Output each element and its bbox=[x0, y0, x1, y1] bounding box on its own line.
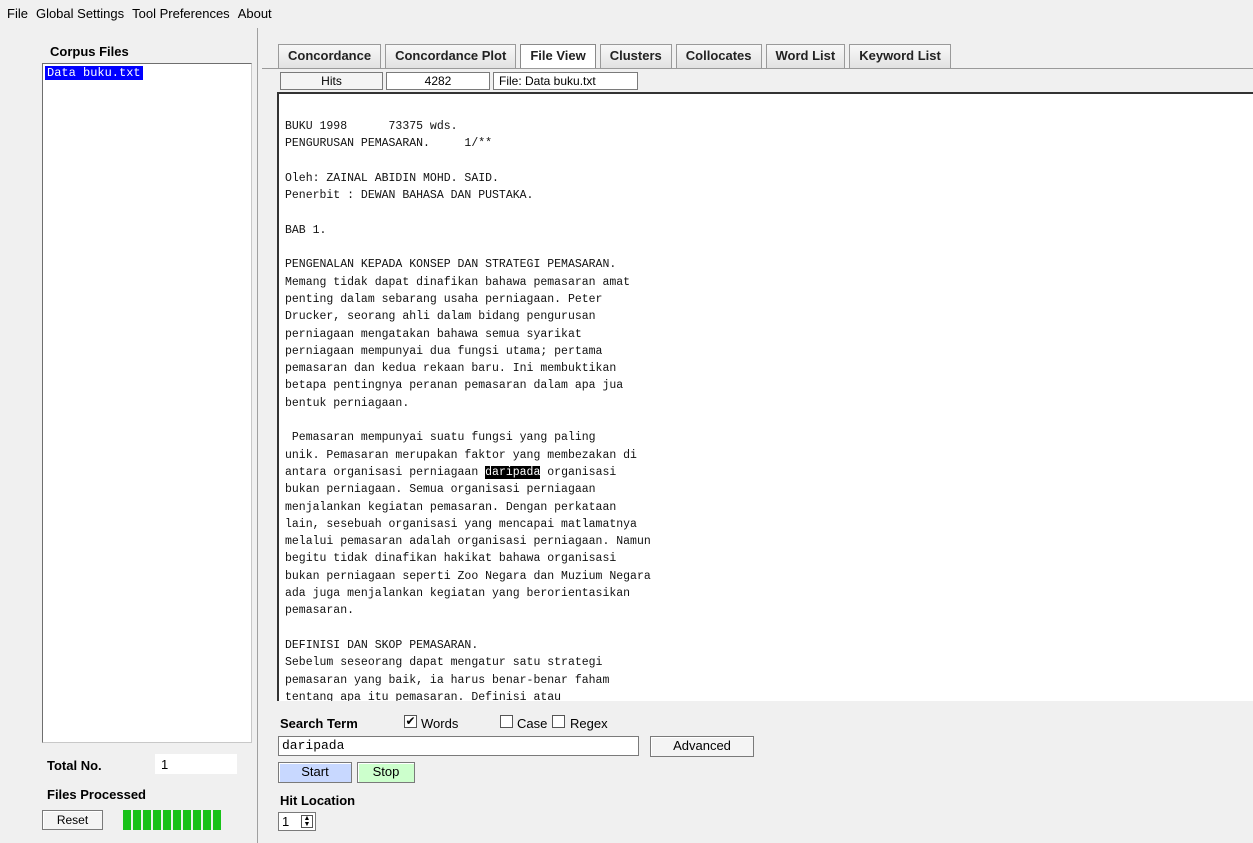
tab-collocates[interactable]: Collocates bbox=[675, 44, 762, 68]
tab-clusters[interactable]: Clusters bbox=[599, 44, 672, 68]
text-line: penting dalam sebarang usaha perniagaan.… bbox=[285, 292, 603, 306]
tool-tabs: Concordance Concordance Plot File View Clus… bbox=[278, 44, 955, 69]
text-line: PENGENALAN KEPADA KONSEP DAN STRATEGI PE… bbox=[285, 258, 617, 272]
text-line: Oleh: ZAINAL ABIDIN MOHD. SAID. bbox=[285, 171, 499, 185]
text-line: tentang apa itu pemasaran. Definisi atau bbox=[285, 690, 562, 701]
hits-label: Hits bbox=[280, 72, 383, 90]
file-view-text: BUKU 1998 73375 wds. PENGURUSAN PEMASARA… bbox=[285, 118, 651, 701]
menu-file[interactable]: File bbox=[3, 6, 32, 21]
text-line: Drucker, seorang ahli dalam bidang pengu… bbox=[285, 310, 596, 324]
corpus-file-item[interactable]: Data buku.txt bbox=[45, 66, 143, 80]
text-line: DEFINISI DAN SKOP PEMASARAN. bbox=[285, 638, 479, 652]
text-line: Penerbit : DEWAN BAHASA DAN PUSTAKA. bbox=[285, 189, 534, 203]
total-no-label: Total No. bbox=[47, 758, 102, 773]
progress-segment bbox=[193, 810, 201, 830]
start-button[interactable]: Start bbox=[278, 762, 352, 783]
hits-value: 4282 bbox=[386, 72, 490, 90]
progress-segment bbox=[203, 810, 211, 830]
text-line: Sebelum seseorang dapat mengatur satu st… bbox=[285, 656, 603, 670]
corpus-file-list[interactable]: Data buku.txt bbox=[42, 63, 252, 743]
tab-word-list[interactable]: Word List bbox=[765, 44, 846, 68]
text-line: bentuk perniagaan. bbox=[285, 396, 410, 410]
files-processed-label: Files Processed bbox=[47, 787, 146, 802]
file-name-label: File: Data buku.txt bbox=[493, 72, 638, 90]
text-line: Pemasaran mempunyai suatu fungsi yang pa… bbox=[285, 431, 596, 445]
files-processed-progress-bar bbox=[123, 810, 239, 830]
regex-checkbox-label: Regex bbox=[570, 716, 608, 731]
words-checkbox-label: Words bbox=[421, 716, 459, 731]
progress-segment bbox=[213, 810, 221, 830]
progress-segment bbox=[173, 810, 181, 830]
text-line: BAB 1. bbox=[285, 223, 327, 237]
text-line: PENGURUSAN PEMASARAN. 1/** bbox=[285, 137, 493, 151]
text-line: pemasaran dan kedua rekaan baru. Ini mem… bbox=[285, 362, 617, 376]
tab-baseline bbox=[262, 68, 1253, 69]
tab-file-view[interactable]: File View bbox=[520, 44, 596, 69]
hit-location-value: 1 bbox=[282, 814, 290, 829]
text-line: BUKU 1998 73375 wds. bbox=[285, 120, 458, 133]
hit-location-label: Hit Location bbox=[280, 793, 356, 808]
advanced-button[interactable]: Advanced bbox=[650, 736, 754, 757]
search-term-label: Search Term bbox=[280, 716, 358, 731]
text-line: ada juga menjalankan kegiatan yang beror… bbox=[285, 587, 631, 601]
regex-checkbox[interactable] bbox=[552, 715, 565, 728]
text-line: begitu tidak dinafikan hakikat bahawa or… bbox=[285, 552, 617, 566]
text-line: pemasaran yang baik, ia harus benar-bena… bbox=[285, 673, 610, 687]
progress-segment bbox=[123, 810, 131, 830]
text-line: Memang tidak dapat dinafikan bahawa pema… bbox=[285, 275, 631, 289]
text-line: melalui pemasaran adalah organisasi pern… bbox=[285, 535, 651, 549]
text-line: antara organisasi perniagaan daripada or… bbox=[285, 465, 617, 479]
tab-concordance-plot[interactable]: Concordance Plot bbox=[385, 44, 517, 68]
text-line: lain, sesebuah organisasi yang mencapai … bbox=[285, 517, 637, 531]
menu-tool-preferences[interactable]: Tool Preferences bbox=[128, 6, 234, 21]
progress-segment bbox=[163, 810, 171, 830]
hit-location-spinner[interactable]: 1 ▲ ▼ bbox=[278, 812, 316, 831]
reset-button[interactable]: Reset bbox=[42, 810, 103, 830]
file-view-text-area[interactable]: BUKU 1998 73375 wds. PENGURUSAN PEMASARA… bbox=[277, 92, 1253, 701]
menu-bar: File Global Settings Tool Preferences Ab… bbox=[0, 0, 1253, 26]
search-hit-highlight: daripada bbox=[485, 465, 541, 479]
text-line: betapa pentingnya peranan pemasaran dala… bbox=[285, 379, 624, 393]
text-line: unik. Pemasaran merupakan faktor yang me… bbox=[285, 448, 637, 462]
menu-global-settings[interactable]: Global Settings bbox=[32, 6, 128, 21]
text-line: bukan perniagaan seperti Zoo Negara dan … bbox=[285, 569, 651, 583]
total-no-value: 1 bbox=[155, 754, 237, 774]
stop-button[interactable]: Stop bbox=[357, 762, 415, 783]
text-line: perniagaan mengatakan bahawa semua syari… bbox=[285, 327, 582, 341]
text-line: pemasaran. bbox=[285, 604, 355, 618]
text-line: bukan perniagaan. Semua organisasi perni… bbox=[285, 483, 596, 497]
spinner-arrows-icon[interactable]: ▲ ▼ bbox=[301, 815, 313, 828]
case-checkbox[interactable] bbox=[500, 715, 513, 728]
progress-segment bbox=[153, 810, 161, 830]
menu-about[interactable]: About bbox=[234, 6, 276, 21]
progress-segment bbox=[183, 810, 191, 830]
tab-keyword-list[interactable]: Keyword List bbox=[849, 44, 951, 68]
text-line: menjalankan kegiatan pemasaran. Dengan p… bbox=[285, 500, 617, 514]
panel-divider[interactable] bbox=[257, 28, 258, 843]
progress-segment bbox=[133, 810, 141, 830]
search-term-input[interactable]: daripada bbox=[278, 736, 639, 756]
words-checkbox[interactable]: ✔ bbox=[404, 715, 417, 728]
case-checkbox-label: Case bbox=[517, 716, 548, 731]
corpus-files-title: Corpus Files bbox=[50, 44, 129, 59]
text-line: perniagaan mempunyai dua fungsi utama; p… bbox=[285, 344, 603, 358]
tab-concordance[interactable]: Concordance bbox=[278, 44, 382, 68]
progress-segment bbox=[143, 810, 151, 830]
